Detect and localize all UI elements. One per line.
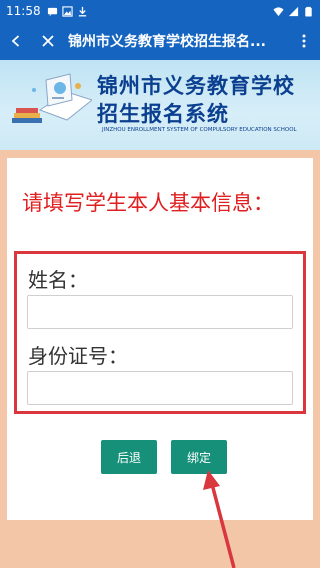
form-prompt: 请填写学生本人基本信息： xyxy=(22,191,274,215)
more-button[interactable] xyxy=(288,22,320,60)
status-right-icons xyxy=(273,6,314,17)
book-illustration-icon xyxy=(12,73,92,123)
message-icon xyxy=(47,7,57,16)
status-left-icons xyxy=(47,5,88,17)
banner: 锦州市义务教育学校 招生报名系统 JINZHOU ENROLLMENT SYST… xyxy=(0,60,320,150)
close-button[interactable] xyxy=(32,22,64,60)
download-icon xyxy=(78,6,86,16)
battery-icon xyxy=(305,6,312,17)
name-label: 姓名： xyxy=(28,268,88,292)
status-bar: 11:58 xyxy=(0,0,320,22)
back-step-button[interactable]: 后退 xyxy=(101,440,157,474)
banner-title-line2: 招生报名系统 xyxy=(97,101,229,126)
more-vertical-icon xyxy=(302,34,306,48)
status-time: 11:58 xyxy=(6,4,41,18)
back-button[interactable] xyxy=(0,22,32,60)
signal-icon xyxy=(288,6,299,16)
nav-bar: 锦州市义务教育学校招生报名... xyxy=(0,22,320,60)
wifi-icon xyxy=(273,6,284,16)
banner-subtitle: JINZHOU ENROLLMENT SYSTEM OF COMPULSORY … xyxy=(102,127,297,133)
id-number-label: 身份证号： xyxy=(28,344,128,368)
close-icon xyxy=(42,35,54,47)
image-icon xyxy=(61,5,73,17)
bind-button[interactable]: 绑定 xyxy=(171,440,227,474)
name-input[interactable] xyxy=(27,295,293,329)
chevron-left-icon xyxy=(11,35,20,47)
banner-title-line1: 锦州市义务教育学校 xyxy=(97,73,295,98)
id-number-input[interactable] xyxy=(27,371,293,405)
page-title: 锦州市义务教育学校招生报名... xyxy=(68,34,266,50)
